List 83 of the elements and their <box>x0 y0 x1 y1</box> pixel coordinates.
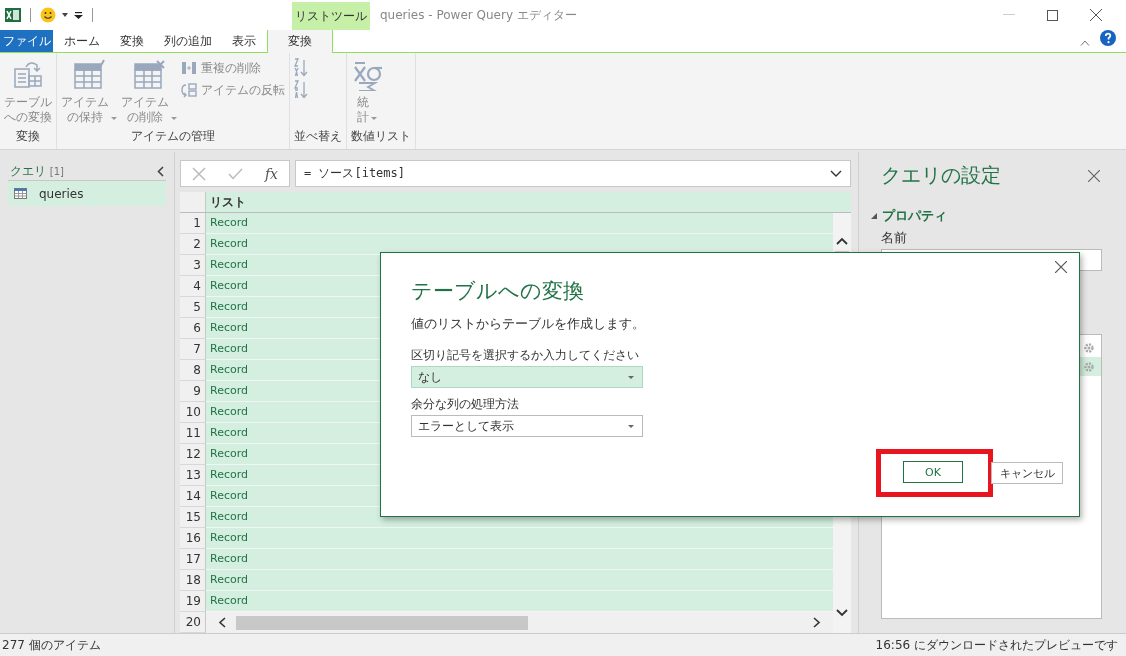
row-number: 17 <box>180 549 206 570</box>
status-text: 16:56 にダウンロードされたプレビューです <box>875 636 1118 654</box>
swap-icon <box>181 82 197 98</box>
row-number: 1 <box>180 213 206 234</box>
context-tab-label: リストツール <box>292 2 370 30</box>
row-number: 2 <box>180 234 206 255</box>
expanded-triangle-icon[interactable] <box>871 213 877 219</box>
field-label: 名前 <box>881 229 908 247</box>
table-cell: Record <box>206 528 834 549</box>
ribbon-tab[interactable]: 表示 <box>223 30 265 52</box>
column-header[interactable]: リスト <box>206 192 851 212</box>
row-number: 9 <box>180 381 206 402</box>
ribbon-tab[interactable]: 変換 <box>111 30 153 52</box>
table-cell: Record <box>206 591 834 612</box>
function-button[interactable]: fx <box>264 165 278 182</box>
scroll-right-icon[interactable] <box>813 617 822 628</box>
close-icon[interactable] <box>1088 169 1100 182</box>
scroll-left-icon[interactable] <box>218 617 226 628</box>
table-cell: Record <box>206 213 834 234</box>
table-convert-icon <box>12 59 44 91</box>
pane-title: クエリの設定 <box>881 162 1001 189</box>
status-text: 277 個のアイテム <box>2 636 101 654</box>
scroll-up-icon[interactable] <box>836 237 849 245</box>
button-label: 統 計 <box>357 95 369 125</box>
collapse-icon[interactable] <box>157 165 164 177</box>
button-label: アイテム の削除 <box>121 95 169 125</box>
row-number: 10 <box>180 402 206 423</box>
pane-title: クエリ [1] <box>10 162 64 180</box>
dropdown[interactable]: なし <box>411 366 643 388</box>
ribbon-tab[interactable]: 列の追加 <box>155 30 221 52</box>
close-icon[interactable] <box>1090 9 1102 21</box>
window-title: queries - Power Query エディター <box>380 6 577 24</box>
row-number: 11 <box>180 423 206 444</box>
customize-icon[interactable] <box>74 11 83 19</box>
row-number: 13 <box>180 465 206 486</box>
section-title: プロパティ <box>882 207 947 225</box>
file-tab[interactable]: ファイル <box>0 30 53 52</box>
row-number: 19 <box>180 591 206 612</box>
collapse-ribbon-icon[interactable] <box>1080 40 1090 46</box>
row-number: 12 <box>180 444 206 465</box>
table-icon <box>14 188 27 199</box>
cancel-button[interactable]: キャンセル <box>991 462 1063 484</box>
horizontal-scrollbar[interactable] <box>206 612 834 633</box>
table-check-icon <box>73 59 105 91</box>
row-number: 16 <box>180 528 206 549</box>
check-icon[interactable] <box>227 167 243 180</box>
button-label: アイテム の保持 <box>61 95 109 125</box>
row-number: 20 <box>180 612 206 633</box>
columns-icon <box>181 60 197 76</box>
row-number: 14 <box>180 486 206 507</box>
maximize-icon[interactable] <box>1047 9 1058 21</box>
chevron-down-icon[interactable] <box>830 170 842 177</box>
ribbon-group-label: 数値リスト <box>351 128 411 145</box>
smiley-icon[interactable] <box>40 7 56 23</box>
ribbon-group-label: 変換 <box>15 128 41 145</box>
ok-button[interactable]: OK <box>903 461 963 483</box>
row-number: 8 <box>180 360 206 381</box>
dropdown[interactable]: エラーとして表示 <box>411 415 643 437</box>
dialog-description: 値のリストからテーブルを作成します。 <box>411 315 646 333</box>
formula-field[interactable]: = ソース[items] <box>295 160 851 187</box>
statistics-icon <box>351 59 383 91</box>
caret-icon[interactable] <box>62 13 68 17</box>
query-item[interactable]: queries <box>8 181 166 206</box>
ribbon-tab[interactable]: 変換 <box>267 29 333 53</box>
help-icon[interactable] <box>1100 30 1116 46</box>
ribbon-group-label: アイテムの管理 <box>130 128 216 145</box>
ribbon-group-label: 並べ替え <box>294 128 342 145</box>
row-number: 7 <box>180 339 206 360</box>
table-cell: Record <box>206 570 834 591</box>
row-number: 18 <box>180 570 206 591</box>
row-number: 5 <box>180 297 206 318</box>
button-label: テーブル への変換 <box>4 95 52 125</box>
ribbon-tab[interactable]: ホーム <box>55 30 109 52</box>
close-icon[interactable] <box>1055 261 1067 273</box>
row-number: 15 <box>180 507 206 528</box>
row-number: 6 <box>180 318 206 339</box>
row-number: 3 <box>180 255 206 276</box>
excel-icon[interactable] <box>5 7 21 23</box>
row-number: 4 <box>180 276 206 297</box>
table-cell: Record <box>206 549 834 570</box>
scroll-down-icon[interactable] <box>836 609 849 617</box>
table-cross-icon <box>133 59 165 91</box>
caret-icon <box>628 375 634 379</box>
